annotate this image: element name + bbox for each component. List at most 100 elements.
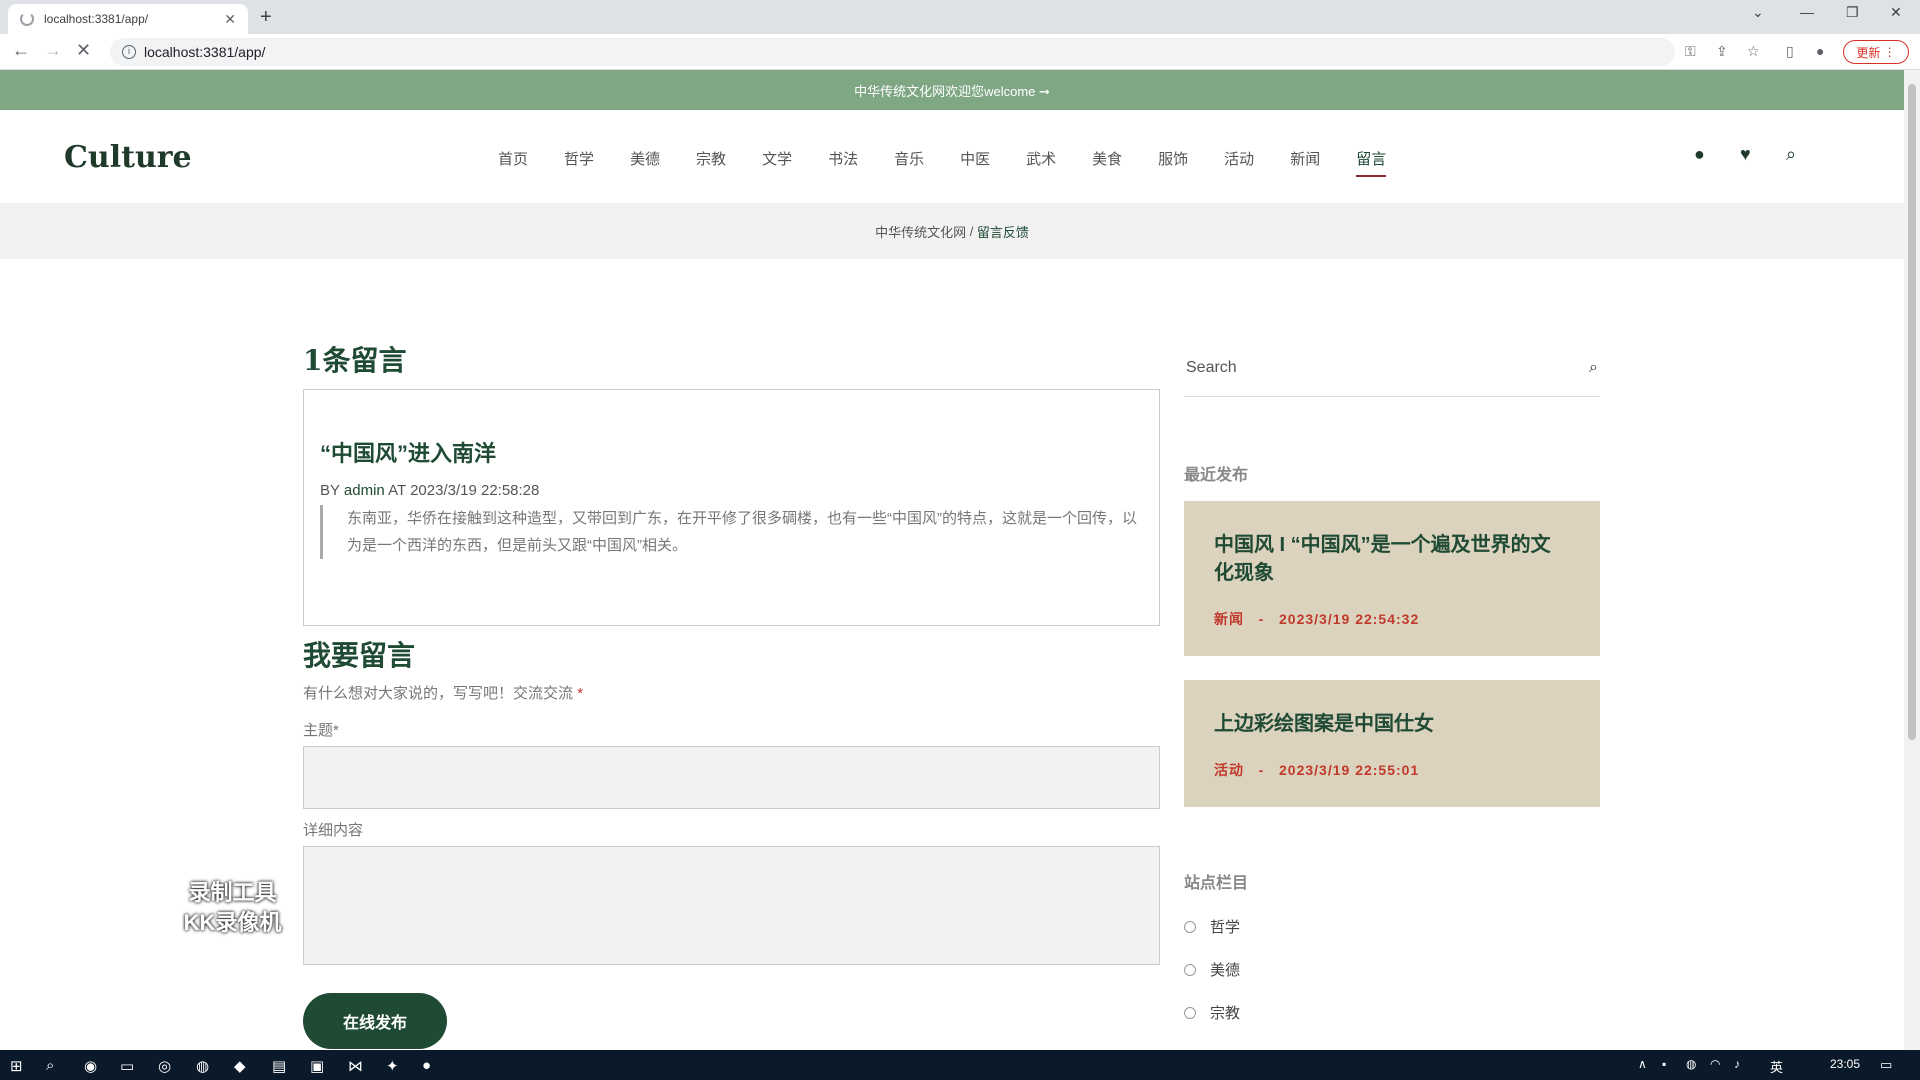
comment-by: BY [320, 482, 340, 499]
notification-icon[interactable]: ▭ [1880, 1057, 1892, 1073]
page-scrollbar[interactable] [1904, 70, 1920, 1051]
breadcrumb: 中华传统文化网 / 留言反馈 [0, 203, 1904, 259]
stop-loading-icon[interactable]: ✕ [76, 40, 91, 61]
chrome-app-icon[interactable]: ◉ [84, 1057, 97, 1075]
main-nav: 首页 哲学 美德 宗教 文学 书法 音乐 中医 武术 美食 服饰 活动 新闻 留… [498, 148, 1422, 177]
sidebar-search-icon[interactable]: ⌕ [1589, 359, 1598, 377]
category-item[interactable]: 哲学 [1184, 905, 1600, 948]
notepad-app-icon[interactable]: ▤ [272, 1057, 286, 1075]
nav-item-martial-arts[interactable]: 武术 [1026, 148, 1056, 177]
search-icon[interactable]: ⌕ [1786, 144, 1796, 165]
comment-count-title: 1条留言 [303, 344, 407, 377]
wechat-app-icon[interactable]: ◍ [196, 1057, 209, 1075]
nav-item-music[interactable]: 音乐 [894, 148, 924, 177]
radio-icon[interactable] [1184, 920, 1196, 933]
category-label: 宗教 [1210, 1005, 1241, 1022]
recent-card-title[interactable]: 中国风 I “中国风”是一个遍及世界的文化现象 [1214, 531, 1570, 587]
browser-tab[interactable]: localhost:3381/app/ ✕ [8, 4, 248, 34]
nav-item-messages[interactable]: 留言 [1356, 148, 1387, 177]
recent-card-title[interactable]: 上边彩绘图案是中国仕女 [1214, 710, 1570, 738]
main-column: 1条留言 “中国风”进入南洋 BY admin AT 2023/3/19 22:… [303, 339, 1160, 1049]
close-tab-icon[interactable]: ✕ [224, 11, 236, 28]
restore-icon[interactable]: ❐ [1846, 4, 1859, 21]
breadcrumb-home[interactable]: 中华传统文化网 [875, 222, 966, 241]
nav-item-food[interactable]: 美食 [1092, 148, 1122, 177]
forward-icon[interactable]: → [44, 40, 62, 61]
windows-taskbar: ⊞ ⌕ ◉ ▭ ◎ ◍ ◆ ▤ ▣ ⋈ ✦ ● ∧ ▪ ◍ ◠ ♪ 英 23:0… [0, 1050, 1920, 1080]
app-icon[interactable]: ◆ [234, 1057, 246, 1075]
recent-card[interactable]: 中国风 I “中国风”是一个遍及世界的文化现象 新闻 - 2023/3/19 2… [1184, 501, 1600, 656]
new-tab-icon[interactable]: + [260, 6, 272, 29]
site-header: Culture 首页 哲学 美德 宗教 文学 书法 音乐 中医 武术 美食 服饰… [0, 110, 1904, 203]
update-button[interactable]: 更新 ⋮ [1843, 40, 1909, 64]
nav-item-home[interactable]: 首页 [498, 148, 528, 177]
tray-overflow-icon[interactable]: ∧ [1638, 1057, 1647, 1071]
nav-item-religion[interactable]: 宗教 [696, 148, 726, 177]
detail-textarea[interactable] [303, 846, 1160, 965]
recent-card-category[interactable]: 新闻 [1214, 611, 1244, 627]
nav-item-calligraphy[interactable]: 书法 [828, 148, 858, 177]
category-item[interactable]: 美德 [1184, 948, 1600, 991]
user-icon[interactable]: ● [1694, 144, 1705, 165]
tray-wechat-icon[interactable]: ◍ [1686, 1057, 1696, 1071]
minimize-icon[interactable]: — [1800, 4, 1814, 20]
nav-item-medicine[interactable]: 中医 [960, 148, 990, 177]
url-text: localhost:3381/app/ [144, 44, 266, 60]
recent-card-category[interactable]: 活动 [1214, 762, 1244, 778]
search-input[interactable]: Search [1186, 359, 1237, 377]
recent-card-date: 2023/3/19 22:55:01 [1279, 762, 1420, 778]
nav-item-news[interactable]: 新闻 [1290, 148, 1320, 177]
browser-toolbar: ← → ✕ i localhost:3381/app/ ⚿ ⇪ ☆ ▯ ● 更新… [0, 34, 1920, 70]
subject-label: 主题* [303, 722, 339, 739]
back-icon[interactable]: ← [12, 40, 30, 61]
nav-item-literature[interactable]: 文学 [762, 148, 792, 177]
address-bar[interactable]: i localhost:3381/app/ [110, 38, 1675, 66]
submit-button[interactable]: 在线发布 [303, 993, 447, 1049]
form-title: 我要留言 [303, 640, 416, 671]
detail-label: 详细内容 [303, 822, 364, 839]
tools-app-icon[interactable]: ✦ [386, 1057, 399, 1075]
nav-item-virtue[interactable]: 美德 [630, 148, 660, 177]
recent-card-sep: - [1258, 611, 1265, 627]
sidebar-search[interactable]: Search ⌕ [1184, 339, 1600, 397]
nav-item-costume[interactable]: 服饰 [1158, 148, 1188, 177]
recorder-app-icon[interactable]: ● [422, 1057, 431, 1074]
radio-icon[interactable] [1184, 1006, 1196, 1019]
recent-card-date: 2023/3/19 22:54:32 [1279, 611, 1420, 627]
ime-indicator[interactable]: 英 [1770, 1057, 1783, 1076]
start-icon[interactable]: ⊞ [10, 1057, 23, 1075]
scrollbar-thumb[interactable] [1908, 84, 1916, 740]
taskbar-clock[interactable]: 23:05 [1830, 1057, 1860, 1071]
recent-card[interactable]: 上边彩绘图案是中国仕女 活动 - 2023/3/19 22:55:01 [1184, 680, 1600, 807]
loading-icon [20, 12, 34, 26]
category-label: 哲学 [1210, 919, 1241, 936]
taskbar-search-icon[interactable]: ⌕ [46, 1057, 54, 1074]
comment-author[interactable]: admin [344, 482, 385, 499]
recent-card-meta: 新闻 - 2023/3/19 22:54:32 [1214, 609, 1570, 629]
nav-item-philosophy[interactable]: 哲学 [564, 148, 594, 177]
password-key-icon[interactable]: ⚿ [1685, 43, 1696, 60]
search-app-icon[interactable]: ◎ [158, 1057, 171, 1075]
site-info-icon[interactable]: i [122, 45, 136, 59]
tab-search-icon[interactable]: ⌄ [1752, 4, 1764, 21]
radio-icon[interactable] [1184, 963, 1196, 976]
close-window-icon[interactable]: ✕ [1890, 4, 1902, 21]
tray-app-icon[interactable]: ▪ [1662, 1057, 1666, 1071]
side-panel-icon[interactable]: ▯ [1786, 43, 1794, 60]
subject-input[interactable] [303, 746, 1160, 809]
editor-app-icon[interactable]: ▣ [310, 1057, 324, 1075]
profile-icon[interactable]: ● [1816, 43, 1824, 59]
form-subtitle-text: 有什么想对大家说的，写写吧！交流交流 [303, 685, 574, 702]
visual-studio-app-icon[interactable]: ⋈ [348, 1057, 363, 1075]
update-label: 更新 [1856, 45, 1881, 60]
site-logo[interactable]: Culture [64, 140, 192, 175]
category-item[interactable]: 宗教 [1184, 991, 1600, 1034]
nav-item-events[interactable]: 活动 [1224, 148, 1254, 177]
explorer-app-icon[interactable]: ▭ [120, 1057, 134, 1075]
tray-network-icon[interactable]: ◠ [1710, 1057, 1720, 1071]
bookmark-star-icon[interactable]: ☆ [1747, 43, 1760, 60]
welcome-banner[interactable]: 中华传统文化网欢迎您welcome ➞ [0, 70, 1904, 110]
heart-icon[interactable]: ♥ [1740, 144, 1751, 165]
tray-volume-icon[interactable]: ♪ [1734, 1057, 1740, 1071]
share-icon[interactable]: ⇪ [1716, 43, 1728, 60]
